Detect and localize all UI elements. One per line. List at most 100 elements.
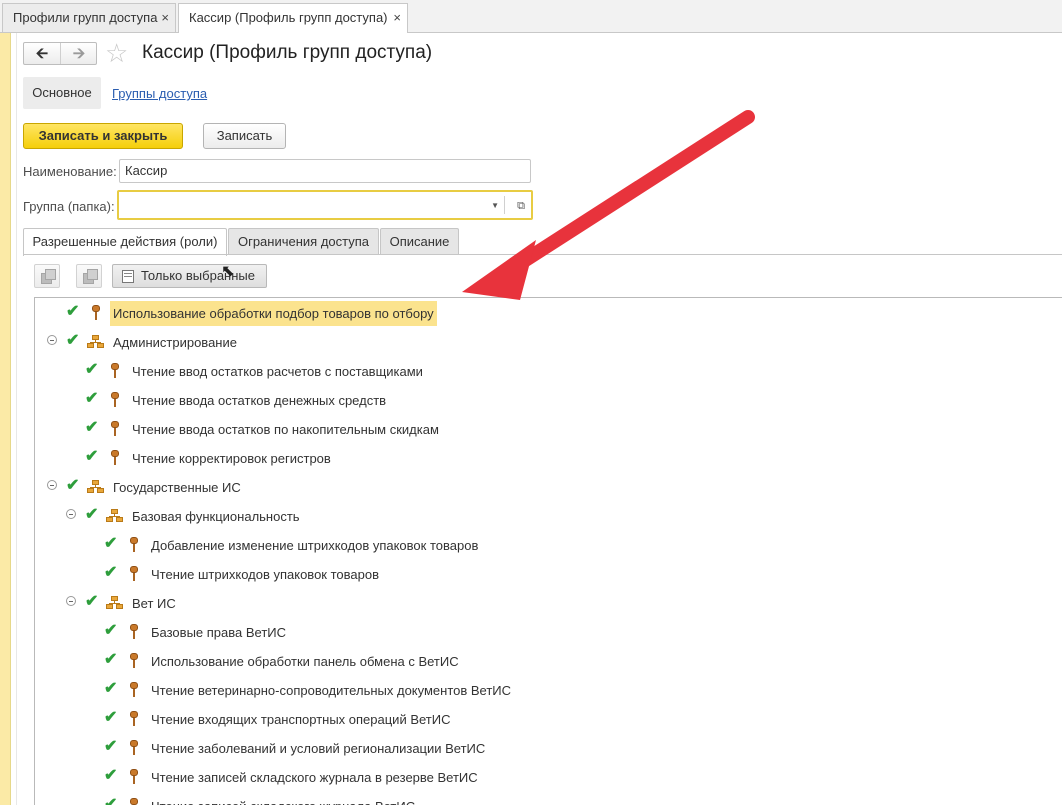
save-and-close-button[interactable]: Записать и закрыть xyxy=(23,123,183,149)
tree-group-row[interactable]: ✔ Администрирование xyxy=(35,328,1062,357)
tree-item-label: Вет ИС xyxy=(132,596,176,611)
role-key-icon xyxy=(109,421,121,437)
checkmark-icon[interactable]: ✔ xyxy=(104,534,117,554)
section-main[interactable]: Основное xyxy=(23,77,101,109)
tab-access-restrictions[interactable]: Ограничения доступа xyxy=(228,228,379,255)
role-key-icon xyxy=(128,740,140,756)
role-key-icon xyxy=(109,363,121,379)
checkmark-icon[interactable]: ✔ xyxy=(85,360,98,380)
select-all-icon[interactable] xyxy=(34,264,60,288)
tree-group-row[interactable]: ✔ Государственные ИС xyxy=(35,473,1062,502)
checkmark-icon[interactable]: ✔ xyxy=(104,679,117,699)
role-key-icon xyxy=(128,769,140,785)
tree-item-label: Государственные ИС xyxy=(113,480,241,495)
tree-item-label: Добавление изменение штрихкодов упаковок… xyxy=(151,538,479,553)
role-group-icon xyxy=(106,509,124,523)
tree-item-label: Чтение штрихкодов упаковок товаров xyxy=(151,567,379,582)
deselect-all-icon[interactable] xyxy=(76,264,102,288)
tab-underline xyxy=(23,254,1062,255)
role-key-icon xyxy=(128,653,140,669)
checkmark-icon[interactable]: ✔ xyxy=(85,389,98,409)
tree-role-row[interactable]: ✔ Чтение ввода остатков по накопительным … xyxy=(35,415,1062,444)
collapse-toggle-icon[interactable] xyxy=(66,596,76,606)
tree-role-row[interactable]: ✔ Чтение ветеринарно-сопроводительных док… xyxy=(35,676,1062,705)
tree-role-row[interactable]: ✔ Чтение штрихкодов упаковок товаров xyxy=(35,560,1062,589)
roles-tree: ✔ Использование обработки подбор товаров … xyxy=(34,297,1062,805)
checkmark-icon[interactable]: ✔ xyxy=(66,302,79,322)
tree-item-label: Чтение записей складского журнала ВетИС xyxy=(151,792,415,805)
tree-role-row[interactable]: ✔ Чтение ввода остатков денежных средств xyxy=(35,386,1062,415)
group-field[interactable]: ▼ ⧉ xyxy=(117,190,533,220)
tree-item-label: Чтение входящих транспортных операций Ве… xyxy=(151,712,451,727)
checkmark-icon[interactable]: ✔ xyxy=(104,563,117,583)
checkmark-icon[interactable]: ✔ xyxy=(85,418,98,438)
tree-role-row[interactable]: ✔ Базовые права ВетИС xyxy=(35,618,1062,647)
checkmark-icon[interactable]: ✔ xyxy=(104,708,117,728)
close-icon[interactable]: × xyxy=(161,4,169,32)
name-field[interactable]: Кассир xyxy=(119,159,531,183)
role-group-icon xyxy=(87,335,105,349)
window-tab-strip: Профили групп доступа × Кассир (Профиль … xyxy=(0,0,1062,33)
tree-role-row[interactable]: ✔ Чтение записей складского журнала ВетИС xyxy=(35,792,1062,805)
tree-role-row[interactable]: ✔ Использование обработки подбор товаров … xyxy=(35,299,1062,328)
name-value: Кассир xyxy=(125,163,168,178)
role-key-icon xyxy=(128,798,140,805)
checkmark-icon[interactable]: ✔ xyxy=(104,650,117,670)
list-icon xyxy=(122,270,134,283)
tree-item-label: Использование обработки подбор товаров п… xyxy=(110,301,437,326)
field-divider xyxy=(504,196,505,214)
tree-item-label: Чтение ввод остатков расчетов с поставщи… xyxy=(132,364,423,379)
checkmark-icon[interactable]: ✔ xyxy=(104,621,117,641)
checkmark-icon[interactable]: ✔ xyxy=(66,476,79,496)
tab-allowed-actions[interactable]: Разрешенные действия (роли) xyxy=(23,228,227,256)
tree-role-row[interactable]: ✔ Использование обработки панель обмена с… xyxy=(35,647,1062,676)
collapse-toggle-icon[interactable] xyxy=(47,335,57,345)
only-selected-toggle[interactable]: Только выбранные xyxy=(112,264,267,288)
role-key-icon xyxy=(90,305,102,321)
open-window-icon[interactable]: ⧉ xyxy=(517,195,525,217)
tree-role-row[interactable]: ✔ Чтение заболеваний и условий регионализ… xyxy=(35,734,1062,763)
role-key-icon xyxy=(128,566,140,582)
tree-role-row[interactable]: ✔ Добавление изменение штрихкодов упаково… xyxy=(35,531,1062,560)
role-key-icon xyxy=(128,682,140,698)
favorite-star-icon[interactable]: ☆ xyxy=(105,39,128,67)
checkmark-icon[interactable]: ✔ xyxy=(66,331,79,351)
tree-item-label: Чтение записей складского журнала в резе… xyxy=(151,770,478,785)
mouse-cursor-icon: ⬉ xyxy=(221,263,235,280)
collapse-toggle-icon[interactable] xyxy=(47,480,57,490)
save-button[interactable]: Записать xyxy=(203,123,286,149)
tree-item-label: Базовые права ВетИС xyxy=(151,625,287,640)
arrow-head xyxy=(462,240,536,300)
tree-role-row[interactable]: ✔ Чтение корректировок регистров xyxy=(35,444,1062,473)
forward-arrow-icon[interactable]: 🡪 xyxy=(61,43,97,64)
tab-description[interactable]: Описание xyxy=(380,228,459,255)
tree-role-row[interactable]: ✔ Чтение входящих транспортных операций В… xyxy=(35,705,1062,734)
checkmark-icon[interactable]: ✔ xyxy=(85,447,98,467)
window-tab-profiles[interactable]: Профили групп доступа × xyxy=(2,3,176,32)
checkmark-icon[interactable]: ✔ xyxy=(104,766,117,786)
section-link-access-groups[interactable]: Группы доступа xyxy=(112,86,207,101)
tree-role-row[interactable]: ✔ Чтение ввод остатков расчетов с поставщ… xyxy=(35,357,1062,386)
checkmark-icon[interactable]: ✔ xyxy=(104,737,117,757)
dropdown-arrow-icon[interactable]: ▼ xyxy=(491,195,499,217)
role-group-icon xyxy=(87,480,105,494)
checkmark-icon[interactable]: ✔ xyxy=(85,592,98,612)
left-divider xyxy=(16,33,17,805)
tree-item-label: Чтение корректировок регистров xyxy=(132,451,331,466)
tree-role-row[interactable]: ✔ Чтение записей складского журнала в рез… xyxy=(35,763,1062,792)
tree-group-row[interactable]: ✔ Базовая функциональность xyxy=(35,502,1062,531)
tree-item-label: Использование обработки панель обмена с … xyxy=(151,654,459,669)
checkmark-icon[interactable]: ✔ xyxy=(104,795,117,805)
checkmark-icon[interactable]: ✔ xyxy=(85,505,98,525)
close-icon[interactable]: × xyxy=(393,4,401,32)
collapse-toggle-icon[interactable] xyxy=(66,509,76,519)
tree-group-row[interactable]: ✔ Вет ИС xyxy=(35,589,1062,618)
arrow-shaft xyxy=(503,110,755,277)
window-tab-label: Кассир (Профиль групп доступа) xyxy=(189,10,388,25)
tree-item-label: Чтение заболеваний и условий регионализа… xyxy=(151,741,486,756)
back-arrow-icon[interactable]: 🡨 xyxy=(24,43,61,64)
name-label: Наименование: xyxy=(23,164,117,179)
role-key-icon xyxy=(128,537,140,553)
tree-item-label: Чтение ввода остатков денежных средств xyxy=(132,393,387,408)
window-tab-cashier[interactable]: Кассир (Профиль групп доступа) × xyxy=(178,3,408,33)
